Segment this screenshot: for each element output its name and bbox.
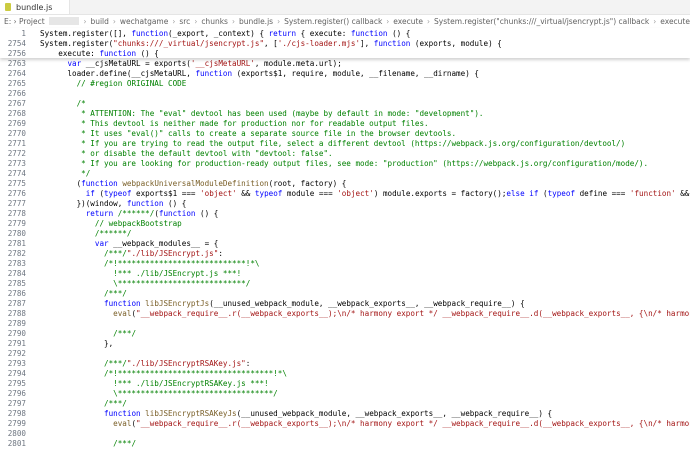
breadcrumb-separator-icon: › <box>172 16 176 26</box>
line-number: 2756 <box>7 49 26 58</box>
breadcrumb-separator-icon: › <box>112 16 116 26</box>
code-line[interactable]: 2801 /***/ <box>0 438 690 449</box>
tab-bundle-js[interactable]: bundle.js <box>0 0 70 14</box>
code-text: execute: function () { <box>40 49 159 58</box>
breadcrumb-item[interactable]: execute <box>660 17 690 26</box>
sticky-scroll-header: 1 System.register([], function(_export, _… <box>0 28 690 58</box>
editor-tab-bar: bundle.js <box>0 0 690 15</box>
breadcrumb-item[interactable]: System.register() callback <box>284 17 382 26</box>
breadcrumb-item[interactable]: chunks <box>201 17 228 26</box>
breadcrumb-item[interactable]: bundle.js <box>239 17 273 26</box>
breadcrumb: E: › Project › build › wechatgame › src › chunks… <box>0 15 690 27</box>
breadcrumb-separator-icon: › <box>427 16 431 26</box>
code-line[interactable]: 2756 execute: function () { <box>0 48 690 59</box>
line-number: 2801 <box>7 439 26 448</box>
breadcrumb-item[interactable]: wechatgame <box>120 17 168 26</box>
breadcrumb-item[interactable]: System.register("chunks:///_virtual/jsen… <box>434 17 649 26</box>
tab-label: bundle.js <box>16 2 53 12</box>
breadcrumb-separator-icon: › <box>277 16 281 26</box>
breadcrumb-separator-icon: › <box>231 16 235 26</box>
breadcrumb-separator-icon: › <box>653 16 657 26</box>
js-file-icon <box>4 3 12 11</box>
code-editor[interactable]: 2763 var __cjsMetaURL = exports('__cjsMe… <box>0 58 690 470</box>
breadcrumb-item[interactable]: build <box>90 17 108 26</box>
breadcrumb-separator-icon: › <box>83 16 87 26</box>
breadcrumb-item[interactable]: execute <box>393 17 423 26</box>
breadcrumb-item[interactable]: E: › Project <box>4 17 45 26</box>
redacted-path-segment <box>48 17 80 25</box>
code-text: /***/ <box>113 439 137 448</box>
breadcrumb-separator-icon: › <box>386 16 390 26</box>
breadcrumb-item[interactable]: src <box>179 17 190 26</box>
breadcrumb-separator-icon: › <box>194 16 198 26</box>
